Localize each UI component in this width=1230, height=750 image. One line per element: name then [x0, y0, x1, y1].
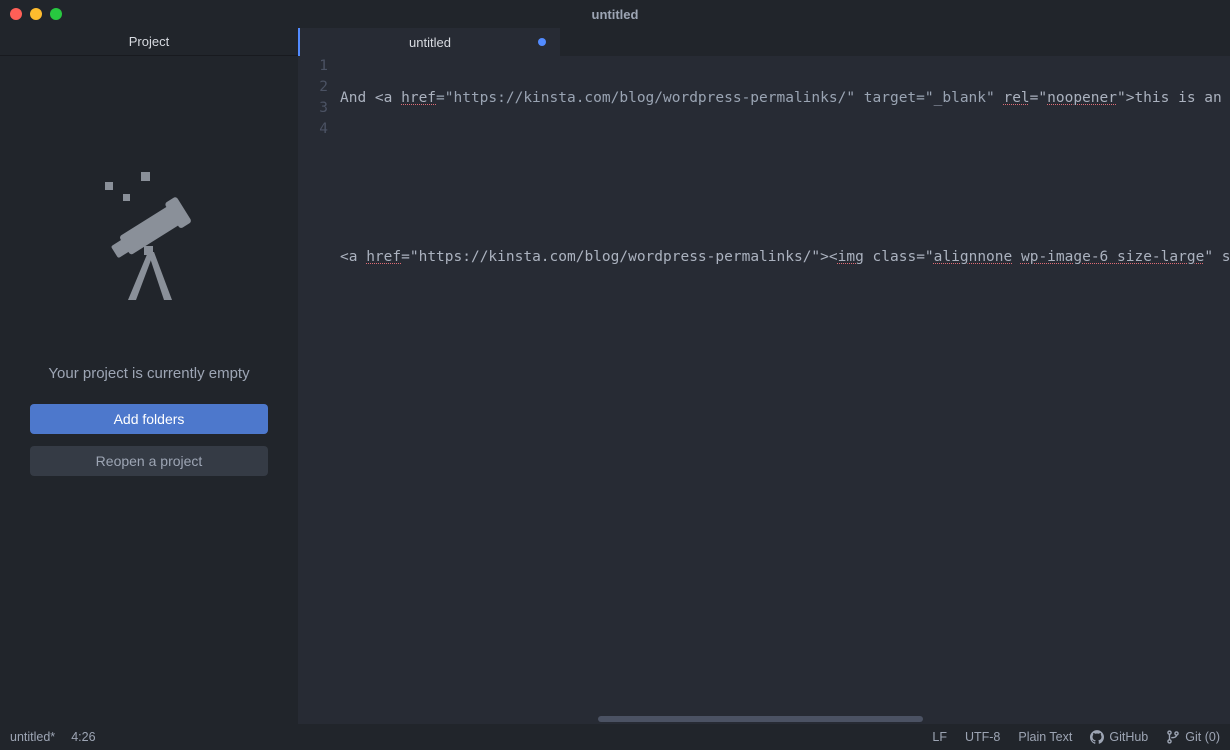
text-editor[interactable]: 1 2 3 4 And <a href="https://kinsta.com/… [298, 56, 1230, 724]
status-git-label: Git (0) [1185, 730, 1220, 744]
maximize-window-button[interactable] [50, 8, 62, 20]
close-window-button[interactable] [10, 8, 22, 20]
status-github-label: GitHub [1109, 730, 1148, 744]
file-tab-untitled[interactable]: untitled [298, 28, 560, 56]
workspace: Project Your project is curren [0, 28, 1230, 724]
reopen-project-button[interactable]: Reopen a project [30, 446, 268, 476]
horizontal-scrollbar-thumb[interactable] [598, 716, 923, 722]
status-bar: untitled* 4:26 LF UTF-8 Plain Text GitHu… [0, 724, 1230, 750]
project-tab[interactable]: Project [0, 28, 298, 56]
window-title: untitled [0, 7, 1230, 22]
file-tab-bar: untitled [298, 28, 1230, 56]
modified-indicator-icon [538, 38, 546, 46]
code-line[interactable]: And <a href="https://kinsta.com/blog/wor… [340, 88, 1230, 109]
status-github[interactable]: GitHub [1090, 730, 1148, 744]
line-number-gutter: 1 2 3 4 [298, 56, 340, 724]
file-tab-title: untitled [409, 35, 451, 50]
code-line[interactable]: <a href="https://kinsta.com/blog/wordpre… [340, 247, 1230, 268]
titlebar: untitled [0, 0, 1230, 28]
window-controls [10, 8, 62, 20]
status-encoding[interactable]: UTF-8 [965, 730, 1000, 744]
github-icon [1090, 730, 1104, 744]
empty-project-message: Your project is currently empty [48, 365, 249, 382]
code-line[interactable] [340, 194, 1230, 215]
telescope-icon [99, 172, 199, 305]
status-line-ending[interactable]: LF [932, 730, 947, 744]
status-filename[interactable]: untitled* [10, 730, 55, 744]
code-line[interactable] [340, 141, 1230, 162]
git-branch-icon [1166, 730, 1180, 744]
status-git[interactable]: Git (0) [1166, 730, 1220, 744]
tree-view-panel: Project Your project is curren [0, 28, 298, 724]
status-cursor-position[interactable]: 4:26 [71, 730, 95, 744]
add-folders-button[interactable]: Add folders [30, 404, 268, 434]
editor-pane: untitled 1 2 3 4 And <a href="https://ki… [298, 28, 1230, 724]
minimize-window-button[interactable] [30, 8, 42, 20]
status-grammar[interactable]: Plain Text [1018, 730, 1072, 744]
tree-view-empty-state: Your project is currently empty Add fold… [0, 56, 298, 724]
code-area[interactable]: And <a href="https://kinsta.com/blog/wor… [340, 56, 1230, 724]
